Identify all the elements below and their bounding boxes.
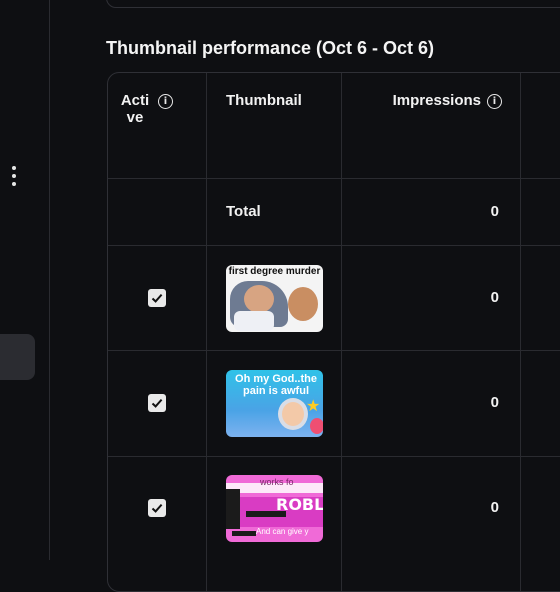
info-icon[interactable]: i	[158, 94, 173, 109]
thumbnail-image[interactable]: ★ Oh my God..the pain is awful	[226, 370, 323, 437]
check-icon	[151, 503, 163, 513]
row-active-checkbox[interactable]	[148, 289, 166, 307]
section-title: Thumbnail performance (Oct 6 - Oct 6)	[106, 38, 435, 58]
thumbnail-performance-table: Active i Thumbnail Impressions i Total 0…	[107, 72, 560, 592]
total-impressions: 0	[490, 203, 499, 220]
previous-card	[106, 0, 560, 8]
column-header-thumbnail: Thumbnail	[226, 92, 302, 109]
total-row-label: Total	[226, 203, 261, 220]
column-header-impressions[interactable]: Impressions i	[380, 92, 502, 109]
row-impressions: 0	[490, 499, 499, 516]
thumbnail-logo-text: ROBLO	[276, 495, 323, 514]
thumbnail-caption: works fo	[260, 477, 294, 487]
row-impressions: 0	[490, 394, 499, 411]
column-header-impressions-label: Impressions	[392, 92, 481, 109]
more-vert-icon[interactable]	[6, 166, 22, 186]
info-icon[interactable]: i	[487, 94, 502, 109]
thumbnail-image[interactable]: first degree murder	[226, 265, 323, 332]
left-rail	[0, 0, 50, 560]
row-active-checkbox[interactable]	[148, 394, 166, 412]
thumbnail-caption: Oh my God..the pain is awful	[235, 373, 317, 397]
row-impressions: 0	[490, 289, 499, 306]
thumbnail-caption: And can give y	[256, 527, 309, 536]
column-header-active[interactable]: Active i	[118, 92, 180, 126]
rail-selected-item[interactable]	[0, 334, 35, 380]
row-active-checkbox[interactable]	[148, 499, 166, 517]
thumbnail-caption: first degree murder	[228, 266, 321, 277]
check-icon	[151, 293, 163, 303]
check-icon	[151, 398, 163, 408]
column-header-active-label: Active	[120, 92, 150, 126]
thumbnail-image[interactable]: works fo ROBLO And can give y	[226, 475, 323, 542]
